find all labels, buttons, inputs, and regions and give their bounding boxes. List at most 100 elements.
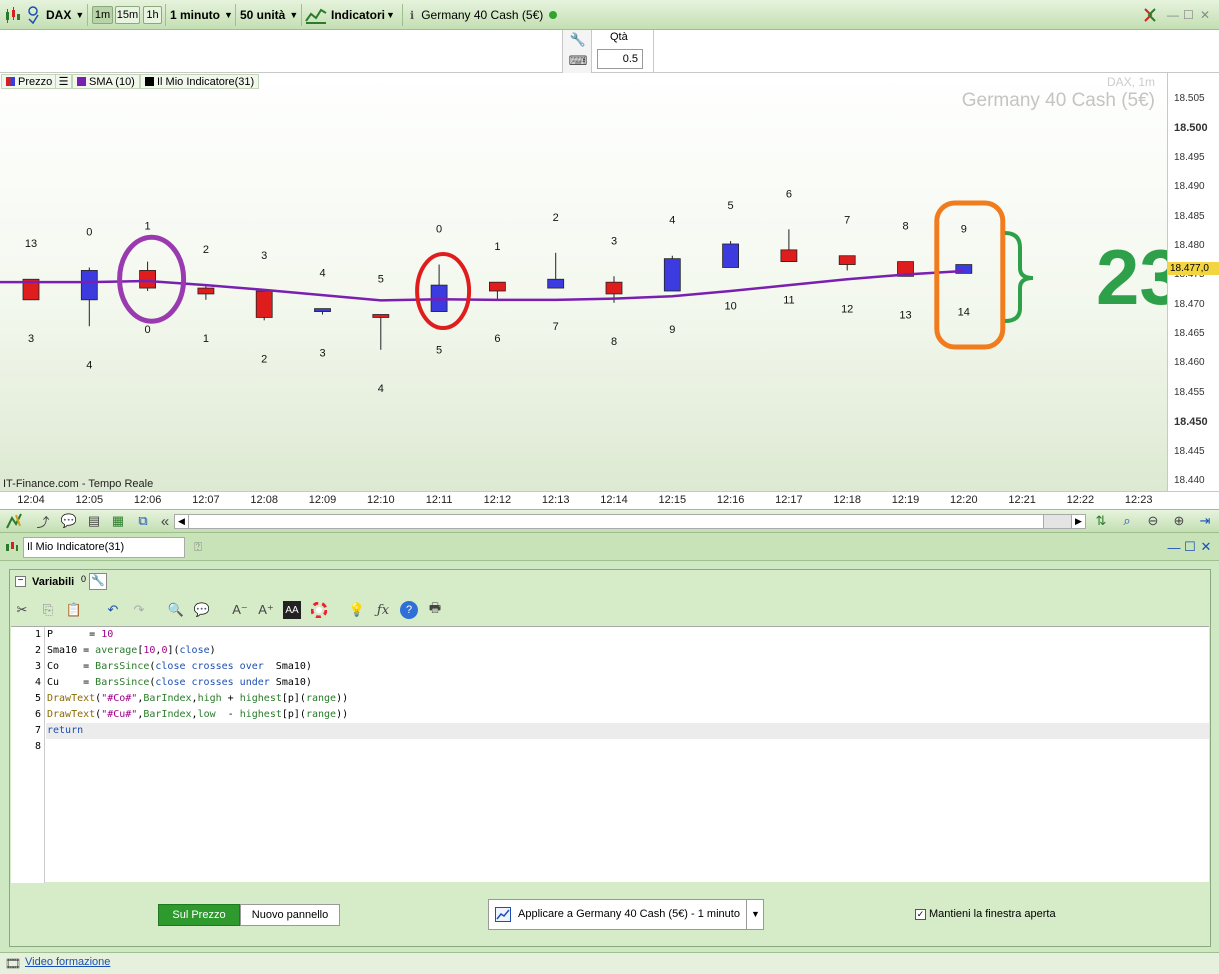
units-select[interactable]: 50 unità ▼	[240, 4, 298, 26]
grid-icon[interactable]: ▦	[109, 512, 127, 530]
close-icon[interactable]: ✕	[1197, 538, 1215, 556]
time-axis[interactable]: 12:04 12:05 12:06 12:07 12:08 12:09 12:10 12:11…	[0, 491, 1219, 509]
code-line-2: Sma10 = average[10,0](close)	[47, 645, 216, 656]
time-tick: 12:07	[192, 494, 220, 506]
scroll-left-arrow[interactable]: ◀	[175, 515, 189, 528]
qty-input[interactable]: 0.5	[597, 49, 643, 69]
chart-scrollbar[interactable]: ◀ ▶	[174, 514, 1086, 529]
code-line-1: P = 10	[47, 629, 114, 640]
time-tick: 12:10	[367, 494, 395, 506]
time-tick: 12:18	[833, 494, 861, 506]
autoscale-icon[interactable]: ⇅	[1092, 512, 1110, 530]
variables-label[interactable]: Variabili	[32, 576, 74, 588]
code-line-6: DrawText("#Cu#",BarIndex,low - highest[p…	[47, 709, 349, 720]
indicator-co-label: 9	[961, 224, 967, 236]
indicator-cu-label: 3	[28, 333, 34, 345]
indicator-co-label: 7	[844, 215, 850, 227]
maximize-icon[interactable]: ☐	[1183, 4, 1194, 26]
drawing-pencil-icon[interactable]	[5, 512, 23, 530]
indicator-co-label: 2	[203, 244, 209, 256]
color-wheel-icon[interactable]	[310, 601, 328, 619]
indicators-dropdown[interactable]: ▼	[386, 4, 395, 26]
chart-toolbar: ⤴ 💬 ▤ ▦ ⧉ « ◀ ▶ ⇅ ⌕ ⊖ ⊕ ⇥	[0, 509, 1219, 533]
indicator-cu-label: 6	[494, 333, 500, 345]
price-tick: 18.500	[1174, 122, 1208, 135]
price-tick: 18.450	[1174, 416, 1208, 429]
font-style-icon[interactable]: AA	[283, 601, 301, 619]
period-select[interactable]: 1 minuto ▼	[170, 4, 233, 26]
instrument-info-icon[interactable]	[26, 4, 40, 26]
indicator-co-label: 4	[669, 215, 675, 227]
current-line-highlight	[46, 723, 1209, 739]
timeframe-15m-button[interactable]: 15m	[115, 6, 140, 24]
close-icon[interactable]: ✕	[1200, 4, 1210, 26]
comment-icon[interactable]: 💬	[193, 601, 211, 619]
cut-icon[interactable]: ✂	[13, 601, 31, 619]
price-chart[interactable]: Prezzo ☰ SMA (10) Il Mio Indicatore(31) …	[0, 73, 1183, 491]
indicators-button[interactable]: Indicatori	[305, 4, 385, 26]
indicator-cu-label: 4	[378, 383, 384, 395]
help-doc-icon[interactable]: ⍰	[189, 538, 207, 556]
bars-spacing-icon[interactable]: ⇥	[1196, 512, 1214, 530]
paste-icon[interactable]: 📋	[65, 601, 83, 619]
chat-icon[interactable]: 💬	[60, 512, 78, 530]
on-price-button[interactable]: Sul Prezzo	[158, 904, 240, 926]
apply-button[interactable]: Applicare a Germany 40 Cash (5€) - 1 min…	[488, 899, 764, 930]
indicator-cu-label: 3	[319, 348, 325, 360]
minimize-icon[interactable]: —	[1167, 4, 1179, 26]
scroll-start-icon[interactable]: «	[156, 512, 174, 530]
info-icon: ℹ	[410, 9, 415, 22]
code-line-4: Cu = BarsSince(close crosses under Sma10…	[47, 677, 312, 688]
refresh-icon[interactable]	[1141, 4, 1159, 26]
timeframe-1m-button[interactable]: 1m	[92, 6, 113, 24]
time-tick: 12:08	[250, 494, 278, 506]
zoom-box-icon[interactable]: ⌕	[1118, 512, 1136, 530]
line-number: 2	[34, 645, 41, 656]
time-tick: 12:11	[425, 494, 453, 506]
price-axis[interactable]: 18.505 18.500 18.495 18.490 18.485 18.480 18.4…	[1167, 73, 1219, 491]
lightbulb-icon[interactable]: 💡	[348, 601, 366, 619]
scroll-thumb[interactable]	[1043, 515, 1071, 528]
video-training-link[interactable]: Video formazione	[25, 956, 110, 968]
indicator-name-input[interactable]: Il Mio Indicatore(31)	[23, 537, 185, 558]
share-icon[interactable]: ⤴	[34, 512, 52, 530]
video-icon: 🎞	[4, 956, 22, 971]
product-info[interactable]: ℹ Germany 40 Cash (5€)	[410, 4, 558, 26]
search-icon[interactable]: 🔍	[167, 601, 185, 619]
redo-icon[interactable]: ↷	[130, 601, 148, 619]
keyboard-icon[interactable]: ⌨	[569, 52, 588, 70]
wrench-icon[interactable]: 🔧	[89, 573, 107, 590]
scroll-right-arrow[interactable]: ▶	[1071, 515, 1085, 528]
windows-icon[interactable]: ⧉	[134, 512, 152, 530]
time-tick: 12:16	[716, 494, 745, 506]
timeframe-1h-button[interactable]: 1h	[143, 6, 162, 24]
undo-icon[interactable]: ↶	[104, 601, 122, 619]
price-tick: 18.505	[1174, 93, 1205, 104]
collapse-icon[interactable]: −	[15, 576, 26, 587]
font-decrease-icon[interactable]: A⁻	[231, 601, 249, 619]
instrument-select[interactable]: DAX ▼	[46, 4, 84, 26]
list-icon[interactable]: ▤	[85, 512, 103, 530]
new-panel-button[interactable]: Nuovo pannello	[240, 904, 340, 926]
zoom-in-icon[interactable]: ⊕	[1170, 512, 1188, 530]
line-number: 1	[34, 629, 41, 640]
indicator-co-label: 13	[25, 238, 37, 250]
chevron-down-icon[interactable]: ▼	[746, 900, 764, 929]
line-number: 5	[34, 693, 41, 704]
indicator-co-label: 3	[261, 250, 267, 262]
code-area[interactable]: 1 2 3 4 5 6 7 8 P = 10 Sma10 = average[10,0](cl…	[11, 626, 1209, 883]
print-icon[interactable]: 🖶	[426, 600, 444, 619]
candle-body	[372, 314, 390, 318]
copy-icon[interactable]: ⎘	[39, 601, 57, 619]
indicator-co-label: 0	[86, 226, 92, 238]
candlestick-icon[interactable]	[4, 4, 22, 26]
price-tick: 18.460	[1174, 357, 1205, 369]
font-increase-icon[interactable]: A⁺	[257, 601, 275, 619]
keep-open-checkbox[interactable]: ✓	[915, 909, 926, 920]
wrench-icon[interactable]: 🔧	[569, 31, 587, 49]
function-icon[interactable]: ƒx	[374, 601, 392, 619]
time-tick: 12:21	[1008, 494, 1036, 506]
indicator-co-label: 3	[611, 235, 617, 247]
help-icon[interactable]: ?	[400, 601, 418, 619]
zoom-out-icon[interactable]: ⊖	[1144, 512, 1162, 530]
